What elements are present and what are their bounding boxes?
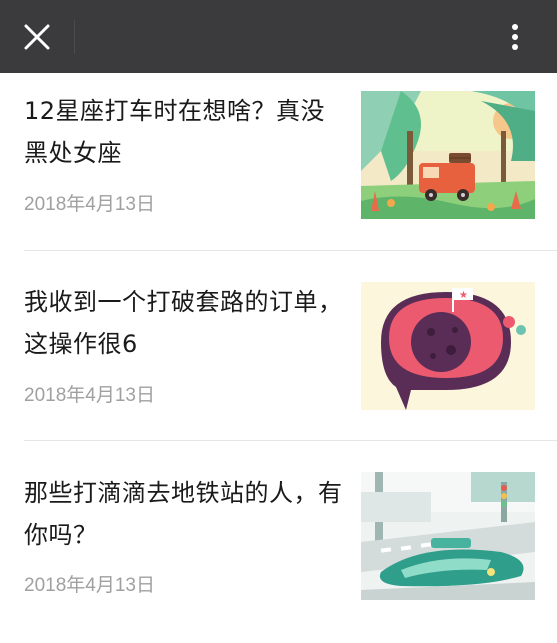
article-item[interactable]: 那些打滴滴去地铁站的人，有你吗？ 2018年4月13日 — [0, 453, 557, 643]
article-thumbnail: ★ — [361, 282, 535, 410]
close-icon — [24, 24, 50, 50]
list-divider — [24, 440, 557, 441]
article-date: 2018年4月13日 — [24, 385, 155, 406]
planet-flag-speech-bubble-illustration: ★ — [361, 282, 535, 410]
article-date: 2018年4月13日 — [24, 575, 155, 596]
subway-crossing-illustration — [361, 472, 535, 600]
topbar-divider — [74, 20, 75, 54]
article-title: 那些打滴滴去地铁站的人，有你吗？ — [24, 479, 343, 549]
orange-car-forest-illustration — [361, 91, 535, 219]
article-title: 我收到一个打破套路的订单，这操作很6 — [24, 288, 343, 358]
article-date: 2018年4月13日 — [24, 194, 155, 215]
close-button[interactable] — [16, 16, 58, 58]
svg-text:★: ★ — [459, 290, 468, 301]
article-item[interactable]: 12星座打车时在想啥？真没黑处女座 2018年4月13日 — [0, 73, 557, 263]
article-title: 12星座打车时在想啥？真没黑处女座 — [24, 97, 326, 167]
more-menu-button[interactable] — [498, 16, 532, 58]
list-divider — [24, 250, 557, 251]
article-thumbnail — [361, 472, 535, 600]
top-bar — [0, 0, 557, 73]
article-thumbnail — [361, 91, 535, 219]
more-vertical-icon — [512, 24, 518, 50]
article-item[interactable]: 我收到一个打破套路的订单，这操作很6 2018年4月13日 ★ — [0, 263, 557, 453]
